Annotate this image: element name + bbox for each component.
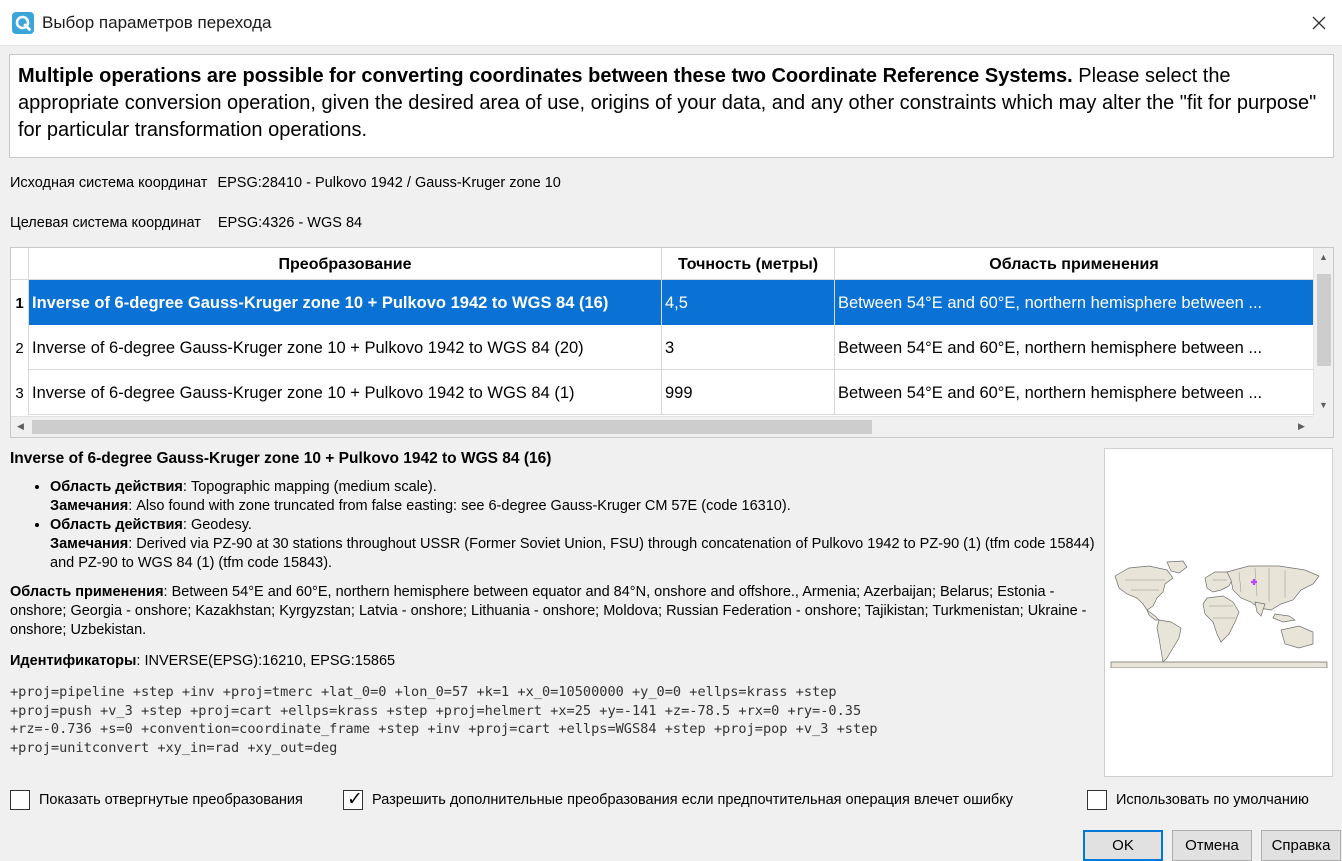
list-item: Область действия: Geodesy. Замечания: De…: [50, 516, 1095, 573]
header-area[interactable]: Область применения: [835, 248, 1313, 280]
info-message: Multiple operations are possible for con…: [9, 54, 1334, 158]
scope-value: : Topographic mapping (medium scale).: [182, 479, 437, 495]
cell-accuracy[interactable]: 999: [662, 370, 835, 415]
details-list: Область действия: Topographic mapping (m…: [50, 478, 1095, 573]
cell-accuracy[interactable]: 4,5: [662, 280, 835, 325]
table-row[interactable]: 3 Inverse of 6-degree Gauss-Kruger zone …: [11, 370, 1313, 415]
checkmark-icon: ✓: [347, 789, 363, 810]
target-crs-label: Целевая система координат: [10, 215, 201, 231]
close-icon: [1312, 16, 1326, 30]
table-header: Преобразование Точность (метры) Область …: [11, 248, 1313, 280]
scroll-left-icon[interactable]: ◀: [17, 421, 24, 432]
checkbox-box[interactable]: ✓: [343, 789, 363, 810]
qgis-icon: [12, 12, 34, 34]
identifiers-value: : INVERSE(EPSG):16210, EPSG:15865: [136, 653, 396, 669]
table-row[interactable]: 1 Inverse of 6-degree Gauss-Kruger zone …: [11, 280, 1313, 325]
world-map-icon: [1110, 560, 1328, 668]
details-title: Inverse of 6-degree Gauss-Kruger zone 10…: [10, 450, 552, 467]
scope-label: Область действия: [50, 479, 183, 495]
table-row[interactable]: 2 Inverse of 6-degree Gauss-Kruger zone …: [11, 325, 1313, 370]
area-map-preview: [1104, 448, 1333, 777]
horizontal-scroll-thumb[interactable]: [32, 420, 872, 434]
cell-transform[interactable]: Inverse of 6-degree Gauss-Kruger zone 10…: [29, 280, 662, 325]
checkbox-box[interactable]: [10, 790, 30, 810]
header-transform[interactable]: Преобразование: [29, 248, 662, 280]
title-bar: Выбор параметров перехода: [0, 0, 1342, 46]
cell-transform[interactable]: Inverse of 6-degree Gauss-Kruger zone 10…: [29, 370, 662, 415]
list-item: Область действия: Topographic mapping (m…: [50, 478, 1095, 516]
source-crs-label: Исходная система координат: [10, 175, 208, 191]
row-number: 3: [11, 370, 29, 415]
identifiers: Идентификаторы: INVERSE(EPSG):16210, EPS…: [10, 652, 1095, 671]
proj-string: +proj=pipeline +step +inv +proj=tmerc +l…: [10, 684, 878, 756]
ok-button[interactable]: OK: [1083, 830, 1163, 861]
scope-value: : Geodesy.: [182, 517, 252, 533]
header-accuracy[interactable]: Точность (метры): [662, 248, 835, 280]
target-crs-value: EPSG:4326 - WGS 84: [217, 215, 363, 231]
cell-accuracy[interactable]: 3: [662, 325, 835, 370]
area-label: Область применения: [10, 584, 164, 600]
horizontal-scrollbar[interactable]: ◀ ▶: [11, 416, 1313, 437]
remarks-label: Замечания: [50, 498, 129, 514]
checkbox-label[interactable]: Использовать по умолчанию: [1116, 792, 1309, 808]
source-crs: Исходная система координат EPSG:28410 - P…: [10, 175, 561, 191]
info-bold-text: Multiple operations are possible for con…: [18, 65, 1073, 87]
cell-area[interactable]: Between 54°E and 60°E, northern hemisphe…: [835, 370, 1313, 415]
help-button[interactable]: Справка: [1261, 830, 1341, 861]
cancel-button[interactable]: Отмена: [1172, 830, 1252, 861]
scroll-down-icon[interactable]: ▼: [1319, 400, 1328, 410]
checkbox-label[interactable]: Показать отвергнутые преобразования: [39, 792, 303, 808]
cell-area[interactable]: Between 54°E and 60°E, northern hemisphe…: [835, 280, 1313, 325]
scroll-up-icon[interactable]: ▲: [1319, 252, 1328, 262]
cell-area[interactable]: Between 54°E and 60°E, northern hemisphe…: [835, 325, 1313, 370]
row-number: 2: [11, 325, 29, 370]
remarks-value: : Derived via PZ-90 at 30 stations throu…: [50, 536, 1095, 571]
vertical-scroll-thumb[interactable]: [1317, 274, 1331, 366]
transformation-details: Inverse of 6-degree Gauss-Kruger zone 10…: [10, 449, 1095, 757]
checkbox-box[interactable]: [1087, 790, 1107, 810]
scroll-right-icon[interactable]: ▶: [1298, 421, 1305, 432]
remarks-label: Замечания: [50, 536, 129, 552]
remarks-value: : Also found with zone truncated from fa…: [128, 498, 791, 514]
close-button[interactable]: [1296, 0, 1342, 46]
vertical-scrollbar[interactable]: ▲ ▼: [1313, 248, 1333, 416]
area-value: : Between 54°E and 60°E, northern hemisp…: [10, 584, 1087, 638]
scope-label: Область действия: [50, 517, 183, 533]
cell-transform[interactable]: Inverse of 6-degree Gauss-Kruger zone 10…: [29, 325, 662, 370]
scroll-corner: [1313, 416, 1333, 437]
source-crs-value: EPSG:28410 - Pulkovo 1942 / Gauss-Kruger…: [217, 175, 561, 191]
row-number: 1: [11, 280, 29, 325]
checkbox-label[interactable]: Разрешить дополнительные преобразования …: [372, 792, 1013, 808]
identifiers-label: Идентификаторы: [10, 653, 137, 669]
transformations-table[interactable]: Преобразование Точность (метры) Область …: [10, 247, 1334, 438]
area-of-use: Область применения: Between 54°E and 60°…: [10, 583, 1095, 640]
header-corner: [11, 248, 29, 280]
target-crs: Целевая система координат EPSG:4326 - WGS…: [10, 215, 362, 231]
window-title: Выбор параметров перехода: [42, 13, 272, 32]
